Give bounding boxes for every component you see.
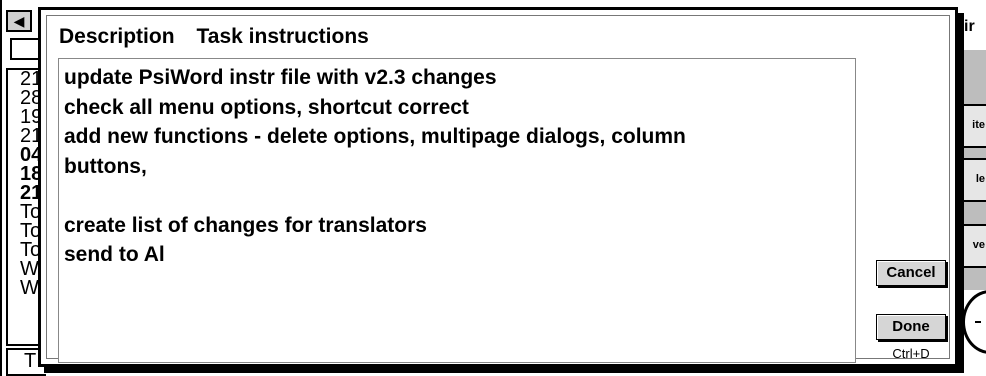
text-line: send to Al [64, 243, 165, 266]
text-line: create list of changes for translators [64, 213, 427, 237]
cancel-button[interactable]: Cancel [876, 260, 946, 286]
scroll-left-arrow-icon[interactable]: ◀ [6, 10, 32, 32]
tab-description[interactable]: Description [59, 24, 175, 50]
background-side-button-3[interactable]: ve [960, 224, 986, 268]
background-app-left-pane: ◀ 21 28 19 21 04 18 21 To To To W W T [0, 0, 46, 376]
task-dialog: Description Task instructions update Psi… [38, 7, 958, 367]
dialog-tab-bar: Description Task instructions [59, 24, 369, 50]
text-line: buttons, [64, 154, 147, 178]
text-line [64, 181, 855, 211]
tab-task-instructions[interactable]: Task instructions [197, 24, 369, 50]
background-right-label: ir [964, 18, 975, 35]
done-shortcut-hint: Ctrl+D [892, 346, 930, 361]
text-line: add new functions - delete options, mult… [64, 125, 686, 148]
task-instructions-textarea[interactable]: update PsiWord instr file with v2.3 chan… [58, 58, 856, 363]
screen: ◀ 21 28 19 21 04 18 21 To To To W W T ir ite le ve … [0, 0, 986, 376]
text-line: check all menu options, shortcut correct [64, 95, 469, 119]
background-side-button-2[interactable]: le [960, 158, 986, 202]
clock-tick [975, 321, 981, 323]
text-line: update PsiWord instr file with v2.3 chan… [64, 66, 497, 89]
done-button[interactable]: Done [876, 314, 946, 340]
background-side-button-1[interactable]: ite [960, 104, 986, 148]
